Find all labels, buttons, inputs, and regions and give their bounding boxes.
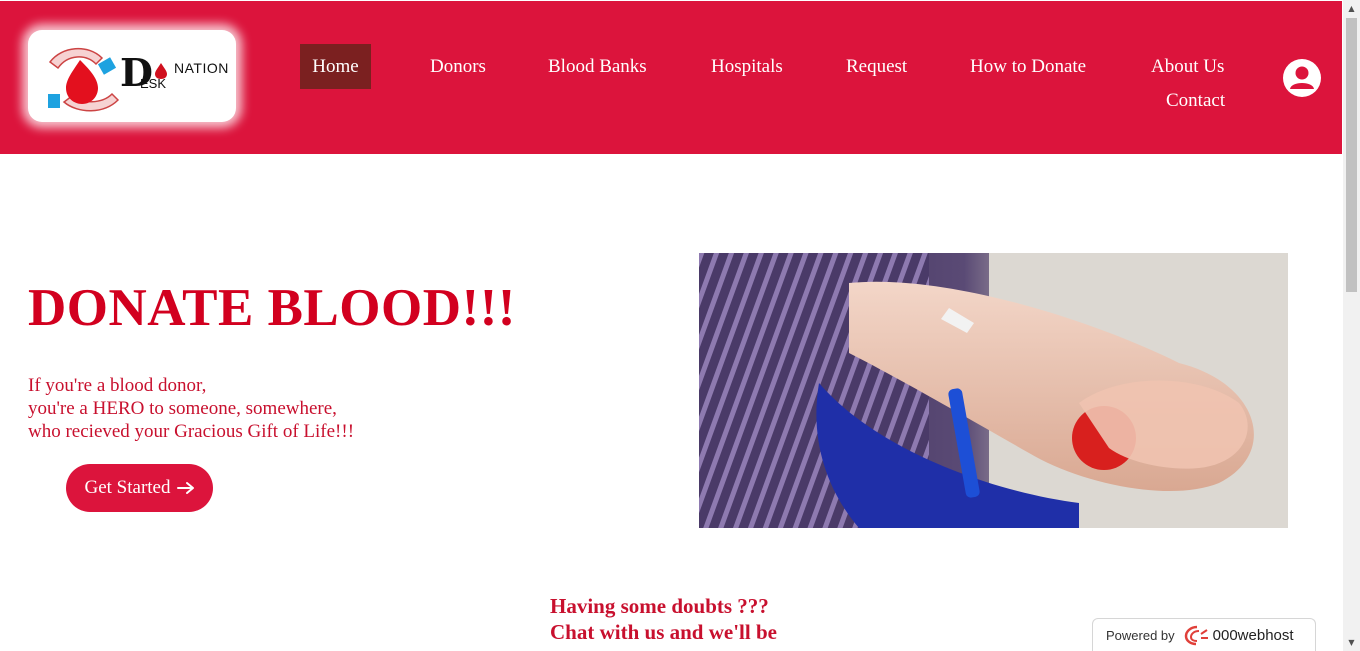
nav-request[interactable]: Request — [846, 57, 907, 76]
logo-text-nation: NATION — [174, 60, 229, 76]
donor-arm-illustration — [699, 253, 1288, 528]
powered-by-brand: 000webhost — [1212, 626, 1294, 644]
nav-about-us[interactable]: About Us — [1151, 57, 1224, 76]
hero-line-3: who recieved your Gracious Gift of Life!… — [28, 421, 355, 442]
hero-line-1: If you're a blood donor, — [28, 375, 207, 396]
get-started-label: Get Started — [84, 477, 171, 498]
hero-line-2: you're a HERO to someone, somewhere, — [28, 398, 337, 419]
chat-prompt-line-2: Chat with us and we'll be — [550, 620, 777, 644]
powered-by-label: Powered by — [1106, 627, 1175, 643]
user-account-button[interactable] — [1283, 59, 1321, 97]
scroll-down-arrow-icon[interactable]: ▼ — [1343, 634, 1360, 651]
scroll-up-arrow-icon[interactable]: ▲ — [1343, 0, 1360, 17]
nav-blood-banks[interactable]: Blood Banks — [548, 57, 647, 76]
nav-how-to-donate[interactable]: How to Donate — [970, 57, 1086, 76]
powered-by-badge[interactable]: Powered by 000webhost — [1092, 618, 1316, 651]
user-icon — [1290, 66, 1314, 89]
scrollbar-thumb[interactable] — [1346, 18, 1357, 292]
nav-donors[interactable]: Donors — [430, 57, 486, 76]
arrow-right-icon — [176, 482, 194, 494]
logo[interactable]: D NATION ESK — [28, 30, 236, 122]
nav-contact[interactable]: Contact — [1166, 91, 1225, 110]
logo-text-esk: ESK — [140, 76, 167, 91]
blood-donation-photo — [699, 253, 1288, 528]
nav-hospitals[interactable]: Hospitals — [711, 57, 783, 76]
get-started-button[interactable]: Get Started — [66, 464, 213, 512]
webhost-logo-icon — [1184, 625, 1208, 646]
chat-prompt-line-1: Having some doubts ??? — [550, 594, 769, 618]
nav-home[interactable]: Home — [300, 44, 371, 89]
site-header: D NATION ESK Home Donors Blood Banks Hos… — [0, 1, 1342, 154]
hero-title: DONATE BLOOD!!! — [28, 279, 516, 337]
